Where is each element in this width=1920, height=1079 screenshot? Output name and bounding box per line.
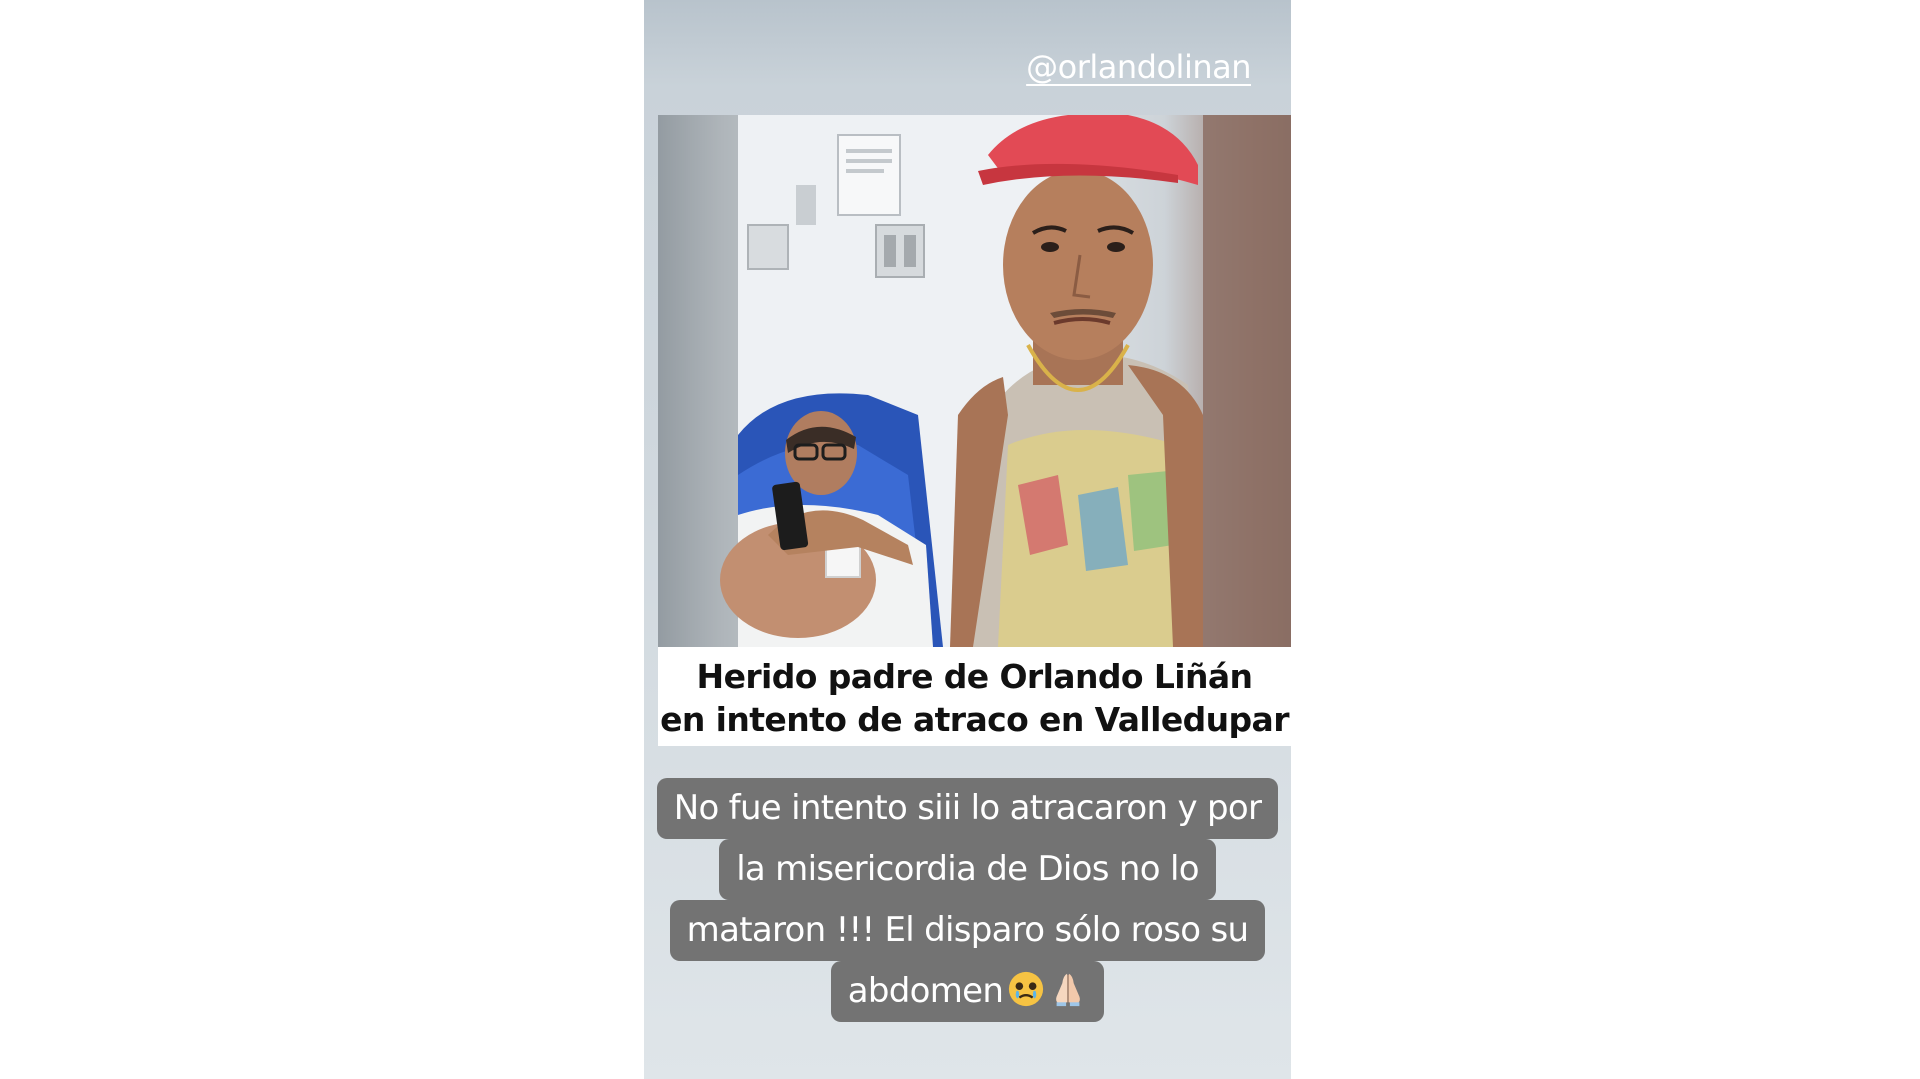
praying-hands-icon <box>1056 973 1081 1007</box>
caption-line-4: abdomen <box>830 961 1105 1022</box>
caption-line-4-text: abdomen <box>847 971 1004 1011</box>
caption-line-2: la misericordia de Dios no lo <box>719 839 1216 900</box>
story-caption: No fue intento siii lo atracaron y por l… <box>644 778 1291 1022</box>
crying-face-icon <box>1009 971 1044 1007</box>
caption-line-1: No fue intento siii lo atracaron y por <box>656 778 1279 839</box>
hospital-selfie-image <box>658 115 1291 647</box>
post-headline: Herido padre de Orlando Liñán en intento… <box>658 647 1291 746</box>
caption-line-3: mataron !!! El disparo sólo roso su <box>669 900 1266 961</box>
shared-post-card[interactable]: Herido padre de Orlando Liñán en intento… <box>658 115 1291 746</box>
instagram-story: @orlandolinan Herido padre de Orlando Li… <box>644 0 1291 1079</box>
mention-sticker[interactable]: @orlandolinan <box>1026 48 1251 86</box>
post-photo <box>658 115 1291 647</box>
headline-line-2: en intento de atraco en Valledupar <box>660 700 1289 739</box>
headline-line-1: Herido padre de Orlando Liñán <box>696 657 1254 696</box>
